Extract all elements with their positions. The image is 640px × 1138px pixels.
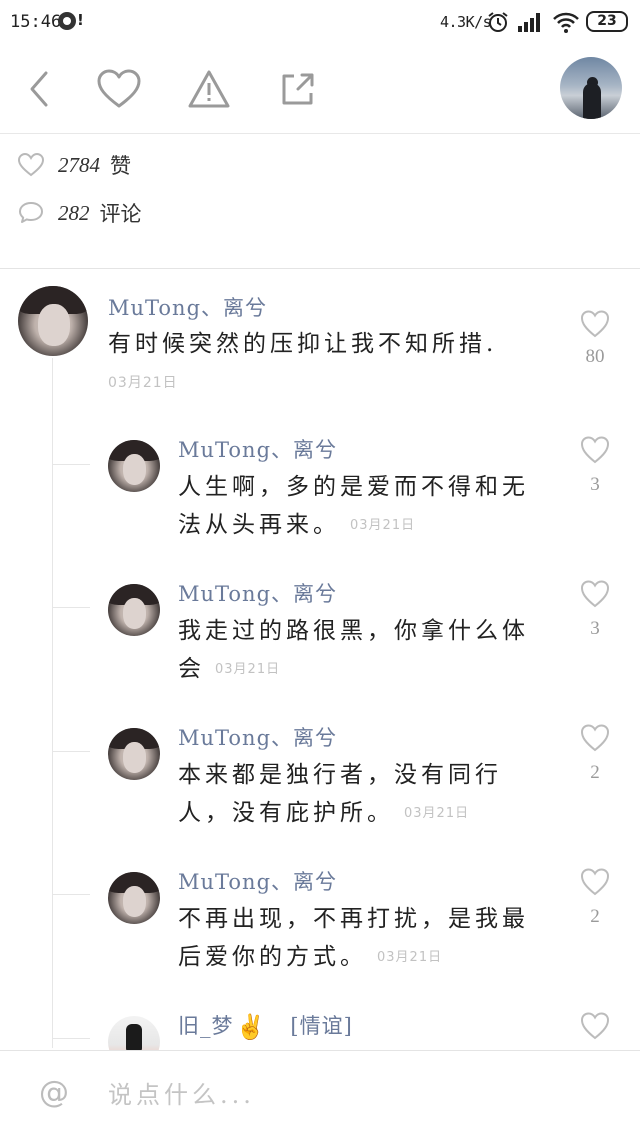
reply-author[interactable]: MuTong、离兮 [178,866,337,896]
comment-list: MuTong、离兮 有时候突然的压抑让我不知所措. 03月21日 80 MuTo… [0,270,640,1050]
reply-text-line-2: 后爱你的方式。 03月21日 [178,944,443,970]
author-avatar[interactable] [560,57,622,119]
reply-author[interactable]: 旧_梦 [178,1014,234,1038]
reply-text-line-2: 会 03月21日 [178,656,281,682]
status-time: 15:46 [10,12,62,32]
like-count: 3 [590,618,600,639]
avatar[interactable] [18,286,88,356]
thread-branch [52,1038,90,1039]
like-heart-icon[interactable] [580,436,610,464]
post-stats: 2784 赞 282 评论 [0,134,640,269]
comments-count: 282 [58,200,90,225]
comments-label: 评论 [99,202,142,226]
likes-stat[interactable]: 2784 赞 [18,150,131,180]
reply-author[interactable]: MuTong、离兮 [178,434,337,464]
mention-icon[interactable]: @ [36,1075,72,1111]
thread-branch [52,607,90,608]
signal-icon [518,12,544,36]
battery-indicator: 23 [586,11,628,32]
reply-text-line-2: 法从头再来。 03月21日 [178,512,416,538]
reply-text-line-2: 人，没有庇护所。 03月21日 [178,800,470,826]
reply-time: 03月21日 [215,662,281,677]
warning-icon [188,70,230,108]
comment-composer: @ [0,1050,640,1138]
notice-icon: ! [77,11,84,29]
like-button[interactable] [94,66,144,112]
reply-author[interactable]: MuTong、离兮 [178,578,337,608]
avatar[interactable] [108,1016,160,1050]
reply-time: 03月21日 [377,950,443,965]
avatar[interactable] [108,584,160,636]
likes-count: 2784 [58,152,100,177]
comment-input[interactable] [108,1075,608,1115]
reply-text-line: 我走过的路很黑，你拿什么体 [178,618,529,644]
comment-author[interactable]: MuTong、离兮 [108,292,267,322]
reply-text-line: 本来都是独行者，没有同行 [178,762,502,788]
thread-line [52,358,53,1048]
reply-text-line: 人生啊，多的是爱而不得和无 [178,474,529,500]
avatar[interactable] [108,872,160,924]
wifi-icon [553,11,579,37]
like-count: 80 [585,346,605,367]
thread-branch [52,894,90,895]
victory-emoji-icon: ✌ [235,1013,267,1041]
like-count: 2 [590,762,600,783]
comment-time: 03月21日 [108,375,178,391]
thread-branch [52,464,90,465]
network-speed: 4.3K/s [440,13,492,31]
notification-icon [58,12,76,30]
avatar[interactable] [108,728,160,780]
like-heart-icon[interactable] [580,1012,610,1040]
comment-text: 有时候突然的压抑让我不知所措. [108,331,498,357]
like-heart-icon[interactable] [580,310,610,338]
status-bar: 15:46 ! 4.3K/s 23 [0,0,640,44]
likes-label: 赞 [110,154,131,178]
share-icon [282,73,314,105]
alarm-icon [487,11,509,37]
like-count: 2 [590,906,600,927]
avatar[interactable] [108,440,160,492]
share-button[interactable] [273,66,323,112]
thread-branch [52,751,90,752]
like-heart-icon[interactable] [580,724,610,752]
back-icon [30,71,48,107]
like-heart-icon[interactable] [580,868,610,896]
comment-bubble-icon [18,201,58,225]
author-tag: [情谊] [290,1014,353,1038]
top-toolbar [0,44,640,134]
reply-author-line: 旧_梦✌ [情谊] [178,1010,353,1041]
heart-icon [18,153,58,177]
report-button[interactable] [184,66,234,112]
reply-time: 03月21日 [350,518,416,533]
back-button[interactable] [14,66,64,112]
reply-author[interactable]: MuTong、离兮 [178,722,337,752]
like-count: 3 [590,474,600,495]
reply-text-line: 不再出现，不再打扰，是我最 [178,906,529,932]
like-heart-icon[interactable] [580,580,610,608]
reply-time: 03月21日 [404,806,470,821]
heart-icon [97,69,141,108]
comments-stat[interactable]: 282 评论 [18,198,142,228]
